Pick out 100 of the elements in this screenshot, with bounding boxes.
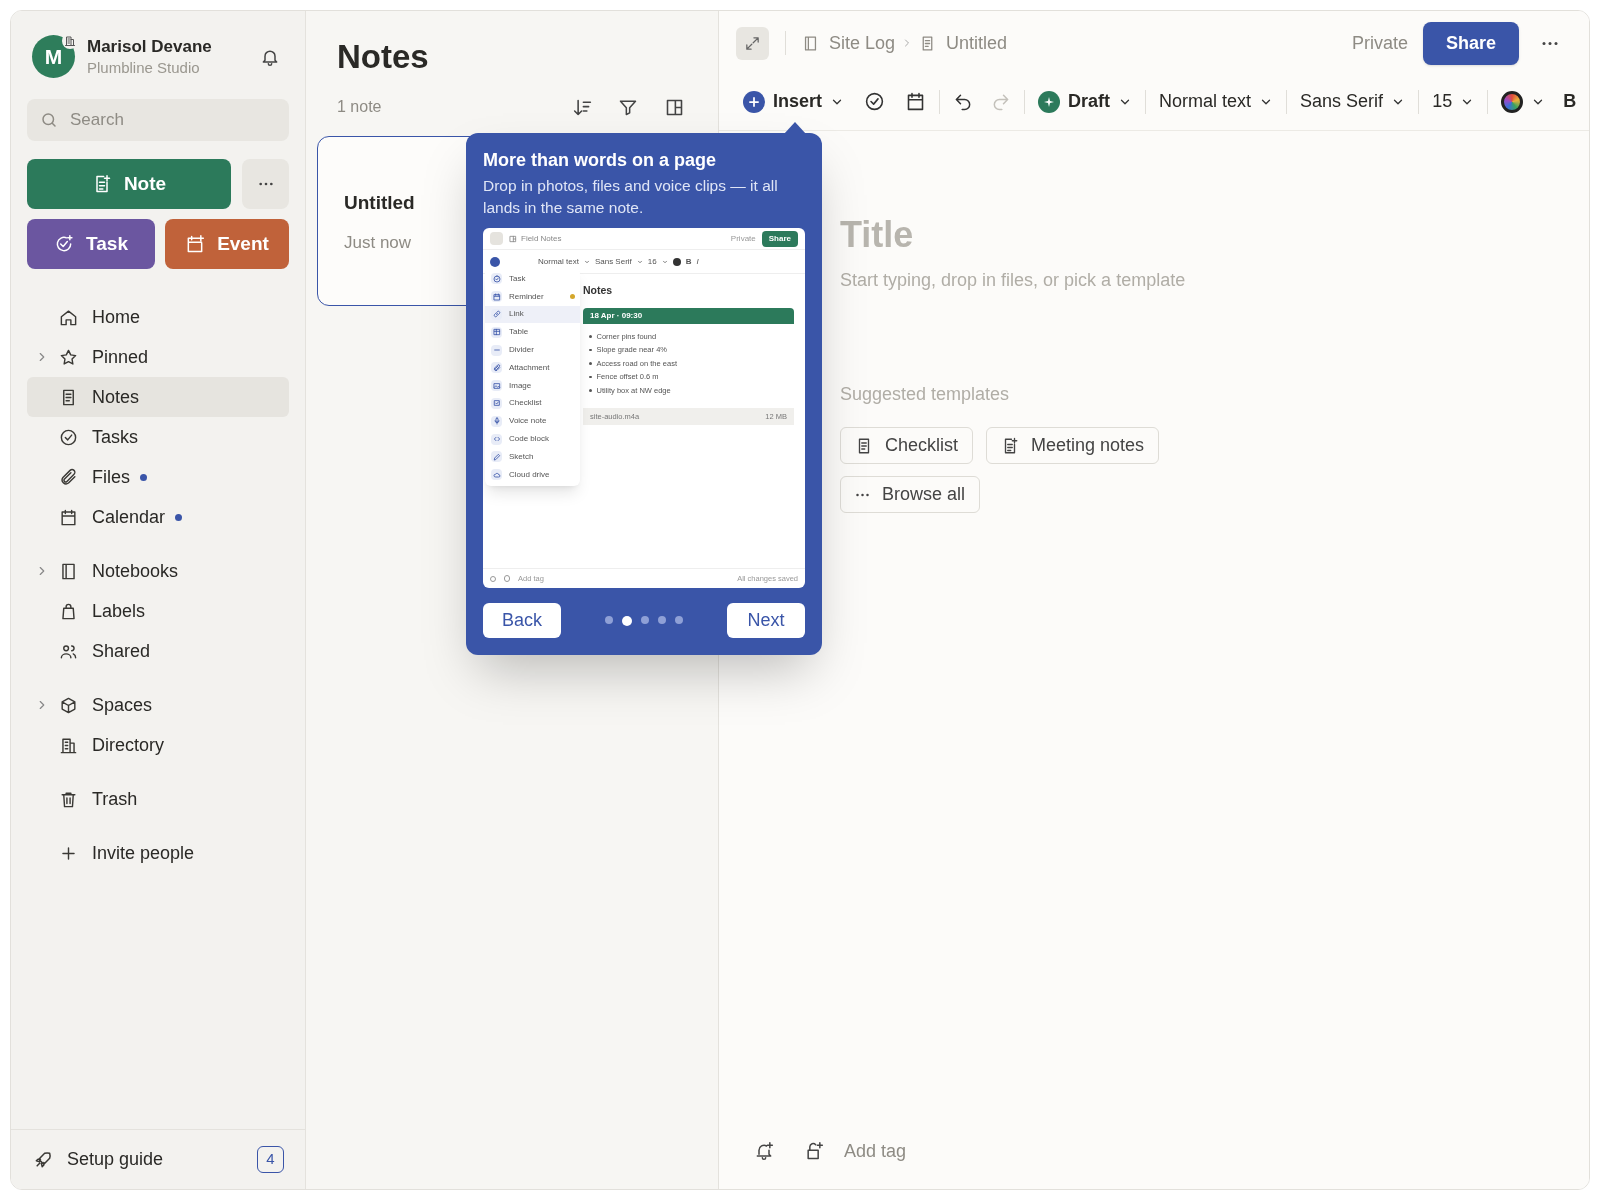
preview-font: Sans Serif [594, 255, 632, 268]
plus-icon [743, 90, 765, 113]
pencil-icon [492, 452, 501, 461]
search-icon [40, 111, 58, 129]
share-button[interactable]: Share [1422, 21, 1519, 65]
next-button[interactable]: Next [727, 603, 805, 638]
menu-item[interactable]: Table [485, 323, 580, 342]
cloud-icon [492, 470, 501, 479]
nav-item[interactable]: Files [27, 457, 289, 497]
nav-item[interactable]: Notebooks [27, 551, 289, 591]
status-menu[interactable]: Draft [1038, 88, 1133, 115]
plus-icon [490, 256, 500, 267]
new-task-button[interactable]: Task [27, 219, 155, 269]
menu-item[interactable]: Cloud drive [485, 465, 580, 484]
filter-button[interactable] [618, 97, 638, 117]
menu-item[interactable]: Sketch [485, 447, 580, 466]
new-event-button[interactable]: Event [165, 219, 289, 269]
task-button[interactable] [864, 91, 886, 112]
preview-italic: I [696, 255, 699, 268]
avatar[interactable]: M [32, 35, 75, 78]
template-button[interactable]: Checklist [840, 427, 974, 464]
page-title: Notes [337, 37, 430, 77]
filter-icon [618, 97, 638, 117]
note-time: Just now [344, 231, 412, 254]
menu-item[interactable]: Task [485, 270, 580, 288]
nav-item[interactable]: Notes [27, 377, 289, 417]
rocket-icon [33, 1149, 53, 1170]
calendar-icon [492, 292, 501, 301]
preview-share: Share [761, 230, 798, 247]
nav-item[interactable]: Trash [27, 779, 289, 819]
paperclip-icon [492, 363, 501, 372]
menu-item[interactable]: Code block [485, 430, 580, 448]
building-icon [64, 35, 76, 47]
workspace-name: Plumbline Studio [87, 57, 201, 78]
nav-item[interactable]: Invite people [27, 833, 289, 873]
more-icon [257, 182, 274, 186]
menu-item[interactable]: Attachment [485, 359, 580, 377]
bold-button[interactable]: B [1563, 88, 1577, 115]
menu-item[interactable]: Divider [485, 341, 580, 359]
size-menu[interactable]: 15 [1432, 88, 1475, 115]
nav-item[interactable]: Pinned [27, 337, 289, 377]
template-button[interactable]: Browse all [840, 476, 981, 513]
user-name: Marisol Devane [87, 35, 213, 58]
nav-item[interactable]: Directory [27, 725, 289, 765]
more-button[interactable] [1541, 40, 1559, 46]
count-badge: 4 [257, 1146, 284, 1173]
menu-item[interactable]: Reminder [485, 287, 580, 306]
microphone-icon [492, 417, 501, 426]
expand-button[interactable] [736, 26, 769, 60]
calendar-icon [185, 234, 206, 254]
check-icon [54, 234, 75, 254]
text-style-menu[interactable]: Normal text [1159, 88, 1274, 115]
menu-item[interactable]: Link [485, 305, 580, 324]
calendar-icon [59, 507, 78, 527]
link-icon [492, 310, 501, 319]
template-button[interactable]: Meeting notes [986, 427, 1160, 464]
checkbox-icon [492, 399, 501, 408]
new-note-button[interactable]: Note [27, 159, 231, 209]
building-icon [59, 735, 78, 755]
preview-heading: Notes [583, 283, 614, 298]
preview-title: Field Notes [521, 232, 562, 245]
nav-item[interactable]: Spaces [27, 685, 289, 725]
home-icon [59, 307, 78, 327]
font-menu[interactable]: Sans Serif [1300, 88, 1406, 115]
date-banner: 18 Apr · 09:30 [583, 307, 794, 324]
sparkle-icon [1038, 90, 1061, 113]
nav-item[interactable]: Tasks [27, 417, 289, 457]
more-icon [1541, 40, 1559, 46]
trash-icon [59, 789, 78, 809]
menu-item[interactable]: Image [485, 376, 580, 395]
back-button[interactable]: Back [483, 603, 561, 638]
nav-item[interactable]: Calendar [27, 497, 289, 537]
section-heading: Suggested templates [840, 383, 1011, 406]
menu-item[interactable]: Checklist [485, 394, 580, 413]
preview-bold: B [685, 255, 692, 268]
note-title: Untitled [344, 191, 415, 215]
preview-style: Normal text [538, 255, 579, 268]
image-icon [492, 381, 501, 390]
chevron-down-icon [636, 258, 643, 265]
nav-item[interactable]: Shared [27, 631, 289, 671]
tour-description: Drop in photos, files and voice clips — it all lands in the same note. [483, 176, 779, 218]
star-icon [59, 347, 78, 367]
book-icon [802, 34, 819, 52]
nav-item[interactable]: Home [27, 297, 289, 337]
search-field[interactable]: Search [27, 99, 289, 141]
tag-field[interactable]: Add tag [844, 1137, 1044, 1165]
book-icon [59, 561, 78, 581]
preview-size: 16 [647, 255, 657, 268]
tour-title: More than words on a page [483, 149, 718, 171]
chevron-down-icon [583, 258, 590, 265]
panel-icon [509, 234, 517, 243]
insert-menu[interactable]: Insert [743, 88, 845, 115]
note-count: 1 note [337, 97, 382, 117]
menu-item[interactable]: Voice note [485, 412, 580, 431]
more-icon [855, 492, 870, 497]
bag-icon [59, 601, 78, 621]
chevron-down-icon [661, 258, 668, 265]
nav-item[interactable]: Labels [27, 591, 289, 631]
paperclip-icon [59, 467, 78, 487]
setup-guide-link[interactable]: Setup guide [27, 1146, 164, 1173]
